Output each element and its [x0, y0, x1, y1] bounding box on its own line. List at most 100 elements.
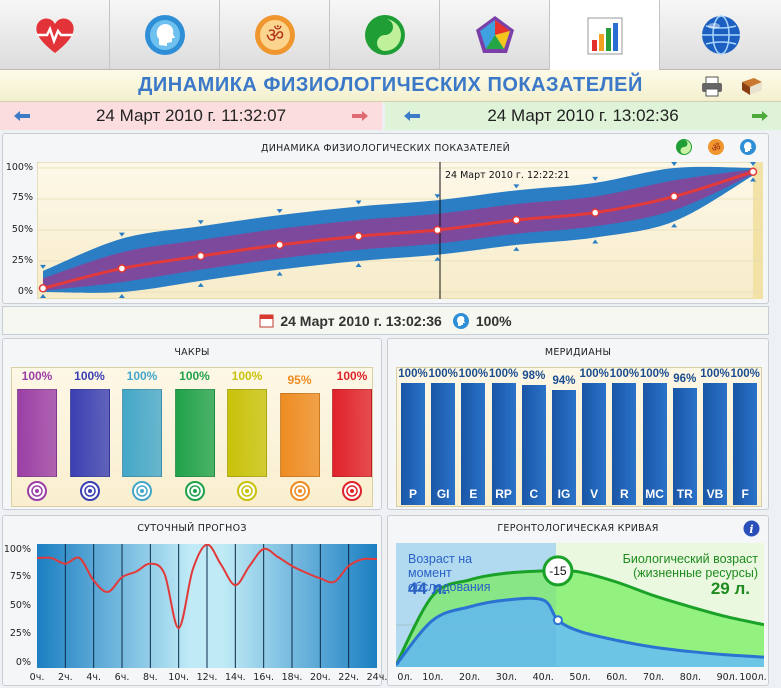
arrow-right-icon[interactable]	[752, 110, 768, 122]
chakra-symbol-icon	[184, 481, 205, 501]
meridian-label: F	[741, 487, 749, 501]
x-tick: 18ч.	[281, 672, 303, 683]
status-strip: 24 Март 2010 г. 13:02:36 100%	[2, 306, 769, 335]
calendar-icon	[259, 314, 274, 328]
date-navigation: 24 Март 2010 г. 11:32:07 24 Март 2010 г.…	[0, 102, 781, 130]
y-tick: 75%	[9, 571, 31, 582]
meridian-label: E	[469, 487, 478, 501]
tab-yinyang[interactable]	[330, 0, 440, 70]
meridian-label: MC	[645, 487, 664, 501]
data-point[interactable]	[275, 240, 284, 250]
x-tick: 100л.	[739, 672, 767, 683]
chakra-value: 100%	[231, 369, 263, 383]
chakra-bar[interactable]	[122, 389, 162, 477]
chakra-value: 95%	[287, 373, 312, 388]
data-point[interactable]	[512, 215, 521, 225]
om-symbol-icon: ॐ	[254, 15, 295, 55]
y-tick: 0%	[17, 286, 33, 297]
chakra-symbol-icon	[237, 481, 257, 501]
x-tick: 60л.	[606, 672, 628, 683]
data-point[interactable]	[669, 192, 679, 201]
meridians-panel: МЕРИДИАНЫ 100% P 100% GI 100% E 100% RP 98% C 94% I…	[387, 338, 769, 510]
x-tick: 4ч.	[86, 672, 101, 683]
meridian-label: C	[529, 487, 539, 501]
data-point[interactable]	[590, 208, 600, 217]
page-title: ДИНАМИКА ФИЗИОЛОГИЧЕСКИХ ПОКАЗАТЕЛЕЙ	[138, 74, 643, 96]
tab-globe[interactable]	[660, 0, 781, 70]
svg-text:ॐ: ॐ	[265, 23, 283, 47]
chakra-bar[interactable]	[69, 389, 110, 477]
head-profile-icon	[144, 15, 185, 55]
yin-yang-icon[interactable]	[675, 138, 693, 156]
pentagon-chart-icon	[475, 16, 514, 53]
meridian-value: 100%	[488, 368, 519, 380]
chakra-value: 100%	[21, 369, 53, 383]
chakra-value: 100%	[74, 369, 105, 383]
x-tick: 70л.	[643, 672, 665, 683]
yin-yang-icon	[364, 15, 405, 55]
svg-text:ॐ: ॐ	[711, 142, 720, 154]
meridian-value: 100%	[579, 368, 609, 380]
cursor-label: 24 Март 2010 г. 12:22:21	[445, 170, 570, 181]
tab-heart[interactable]	[0, 0, 110, 70]
y-tick: 0%	[15, 657, 31, 668]
meridian-value: 94%	[552, 375, 576, 388]
arrow-left-icon[interactable]	[14, 110, 30, 122]
start-date: 24 Март 2010 г. 11:32:07	[0, 102, 382, 130]
meridian-value: 100%	[428, 368, 458, 380]
info-icon[interactable]: i	[743, 520, 760, 537]
meridian-label: V	[590, 487, 599, 501]
chakra-bar[interactable]	[174, 389, 215, 477]
meridians-bars: 100% P 100% GI 100% E 100% RP 98% C 94% IG 100% V 100%…	[388, 339, 770, 511]
meridian-value: 100%	[639, 368, 670, 380]
book-icon[interactable]	[740, 75, 764, 97]
chakra-bar[interactable]	[279, 393, 320, 477]
meridian-value: 100%	[700, 368, 730, 380]
tab-dynamics[interactable]	[550, 0, 660, 71]
status-value: 100%	[475, 312, 512, 329]
meridian-value: 100%	[458, 368, 489, 380]
x-tick: 20ч.	[309, 672, 331, 683]
data-point[interactable]	[354, 231, 363, 241]
chakra-symbol-icon	[132, 481, 152, 501]
chakra-bar[interactable]	[17, 389, 57, 477]
tab-head[interactable]	[110, 0, 220, 70]
x-tick: 12ч.	[196, 672, 218, 683]
svg-text:i: i	[749, 523, 753, 536]
x-tick: 6ч.	[114, 672, 130, 683]
forecast-panel: СУТОЧНЫЙ ПРОГНОЗ 100% 75% 50% 25% 0% 0ч.…	[2, 515, 387, 686]
end-date: 24 Март 2010 г. 13:02:36	[385, 102, 781, 130]
head-profile-icon[interactable]	[739, 138, 757, 156]
data-point[interactable]	[117, 264, 127, 273]
gerontology-panel: ГЕРОНТОЛОГИЧЕСКАЯ КРИВАЯ i -15 Возраст н…	[387, 515, 769, 686]
arrow-left-icon[interactable]	[404, 110, 420, 122]
gerontology-title: ГЕРОНТОЛОГИЧЕСКАЯ КРИВАЯ	[497, 523, 659, 534]
meridian-label: R	[620, 487, 629, 501]
chakra-value: 100%	[179, 369, 210, 383]
arrow-right-icon[interactable]	[352, 110, 368, 122]
chakra-symbol-icon	[79, 481, 100, 501]
meridian-label: VB	[706, 487, 724, 501]
om-symbol-icon[interactable]: ॐ	[707, 138, 725, 156]
meridian-value: 100%	[398, 368, 428, 380]
meridian-label: IG	[557, 487, 571, 501]
meridian-value: 100%	[609, 368, 640, 380]
data-point[interactable]	[196, 251, 206, 261]
meridian-label: P	[408, 487, 417, 501]
dynamics-title: ДИНАМИКА ФИЗИОЛОГИЧЕСКИХ ПОКАЗАТЕЛЕЙ	[260, 143, 511, 154]
meridian-value: 98%	[522, 370, 546, 383]
data-point[interactable]	[748, 167, 758, 176]
meridian-label: GI	[436, 487, 450, 501]
printer-icon[interactable]	[700, 75, 724, 97]
chakra-bar[interactable]	[227, 389, 267, 477]
tab-om[interactable]: ॐ	[220, 0, 330, 70]
tab-pentagon[interactable]	[440, 0, 550, 70]
x-tick: 0ч.	[29, 672, 45, 683]
dynamics-chart: 24 Март 2010 г. 12:22:21	[37, 162, 763, 299]
chakra-bar[interactable]	[332, 389, 372, 477]
data-point[interactable]	[38, 284, 48, 293]
x-tick: 20л.	[459, 672, 481, 683]
title-bar: ДИНАМИКА ФИЗИОЛОГИЧЕСКИХ ПОКАЗАТЕЛЕЙ	[0, 70, 781, 102]
x-tick: 2ч.	[57, 672, 73, 683]
data-point[interactable]	[433, 225, 442, 235]
